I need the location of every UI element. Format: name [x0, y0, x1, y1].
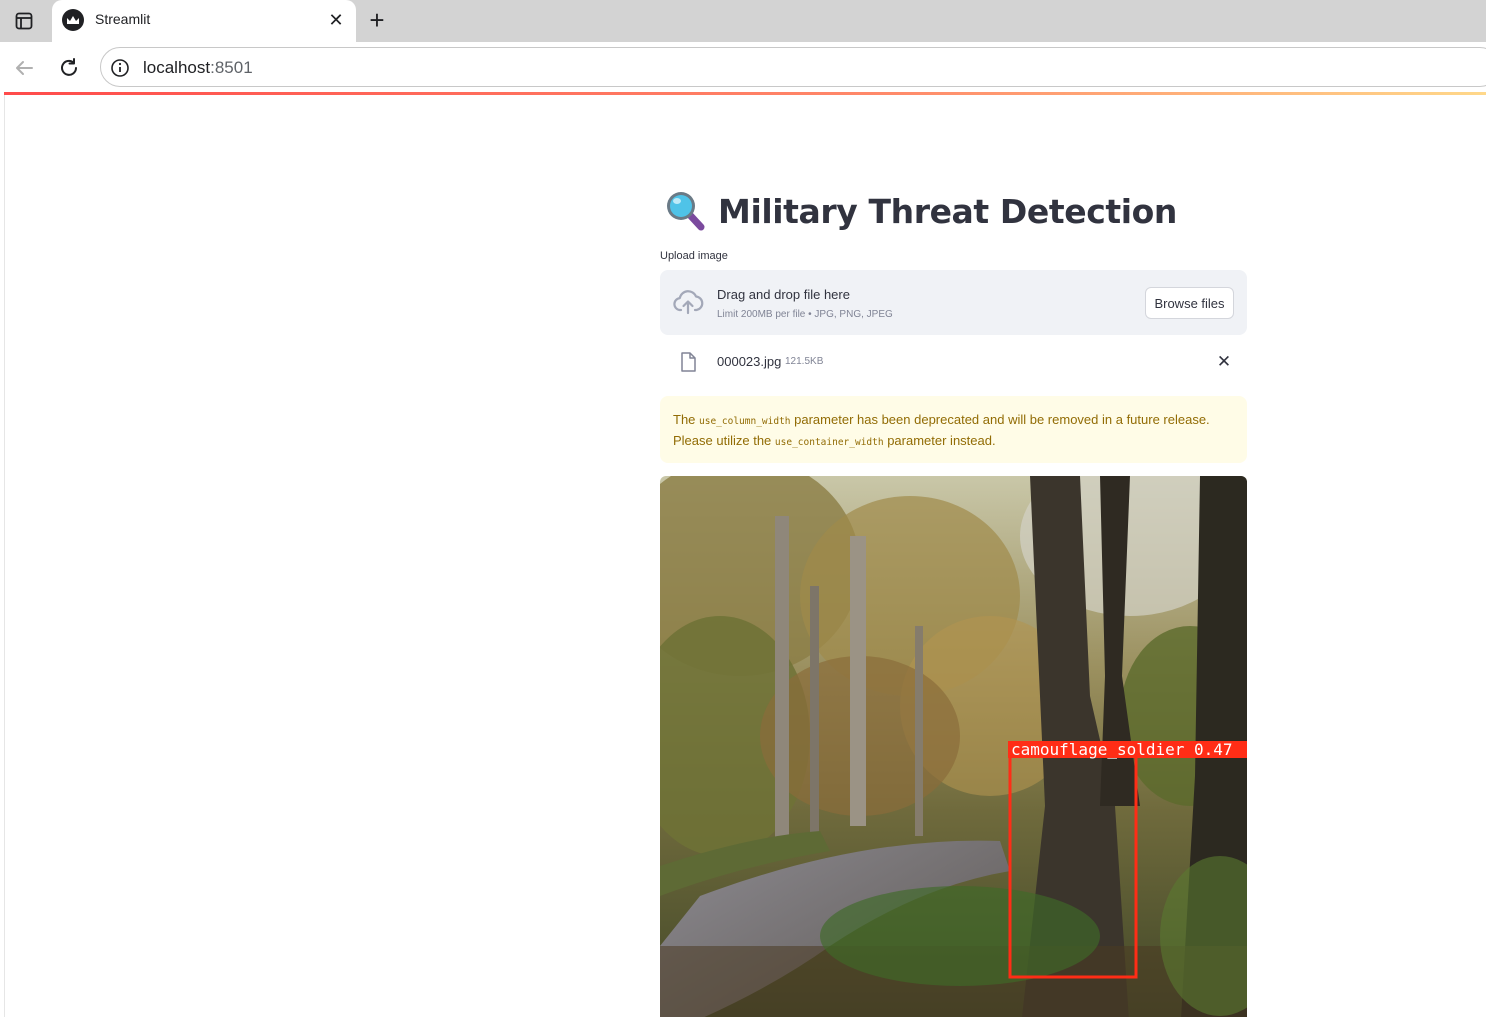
- file-icon: [680, 352, 696, 372]
- streamlit-crown-icon: [62, 9, 84, 31]
- file-dropzone[interactable]: Drag and drop file here Limit 200MB per …: [660, 270, 1247, 335]
- remove-file-icon[interactable]: ✕: [1216, 353, 1232, 370]
- tab-title: Streamlit: [95, 11, 151, 27]
- forest-photo: camouflage_soldier 0.47: [660, 476, 1247, 1017]
- warning-text-start: The: [673, 412, 700, 427]
- address-bar[interactable]: localhost:8501: [100, 47, 1486, 87]
- warning-text-end: parameter instead.: [883, 433, 996, 448]
- uploaded-file-size: 121.5KB: [785, 356, 824, 367]
- reload-icon[interactable]: [56, 55, 82, 81]
- warning-code-column-width: use_column_width: [699, 416, 791, 427]
- detection-result-image: camouflage_soldier 0.47: [660, 476, 1247, 1017]
- app-page: Military Threat Detection Upload image D…: [4, 95, 1486, 1017]
- browser-tab[interactable]: Streamlit ✕: [52, 0, 356, 42]
- url-text[interactable]: localhost:8501: [143, 58, 253, 78]
- browse-files-button[interactable]: Browse files: [1145, 287, 1234, 319]
- back-arrow-icon[interactable]: [11, 55, 37, 81]
- deprecation-warning: The use_column_width parameter has been …: [660, 396, 1247, 463]
- detection-label: camouflage_soldier 0.47: [1011, 740, 1233, 759]
- site-info-icon[interactable]: [110, 58, 130, 78]
- dropzone-title: Drag and drop file here: [717, 287, 850, 302]
- magnifying-glass-icon: [664, 189, 708, 233]
- cloud-upload-icon: [672, 289, 704, 317]
- sidebar-toggle-icon[interactable]: [10, 8, 38, 34]
- page-title-row: Military Threat Detection: [660, 188, 1177, 234]
- dropzone-limit-text: Limit 200MB per file • JPG, PNG, JPEG: [717, 309, 893, 320]
- warning-code-container-width: use_container_width: [774, 437, 884, 448]
- browser-toolbar: localhost:8501: [0, 42, 1486, 92]
- uploaded-file-name: 000023.jpg: [717, 354, 782, 369]
- upload-label: Upload image: [660, 250, 728, 262]
- uploaded-file-row: 000023.jpg 121.5KB ✕: [660, 344, 1247, 380]
- new-tab-plus-icon[interactable]: +: [364, 7, 390, 34]
- browser-tab-strip: Streamlit ✕ +: [0, 0, 1486, 42]
- tab-close-icon[interactable]: ✕: [326, 10, 346, 30]
- page-title: Military Threat Detection: [718, 191, 1178, 231]
